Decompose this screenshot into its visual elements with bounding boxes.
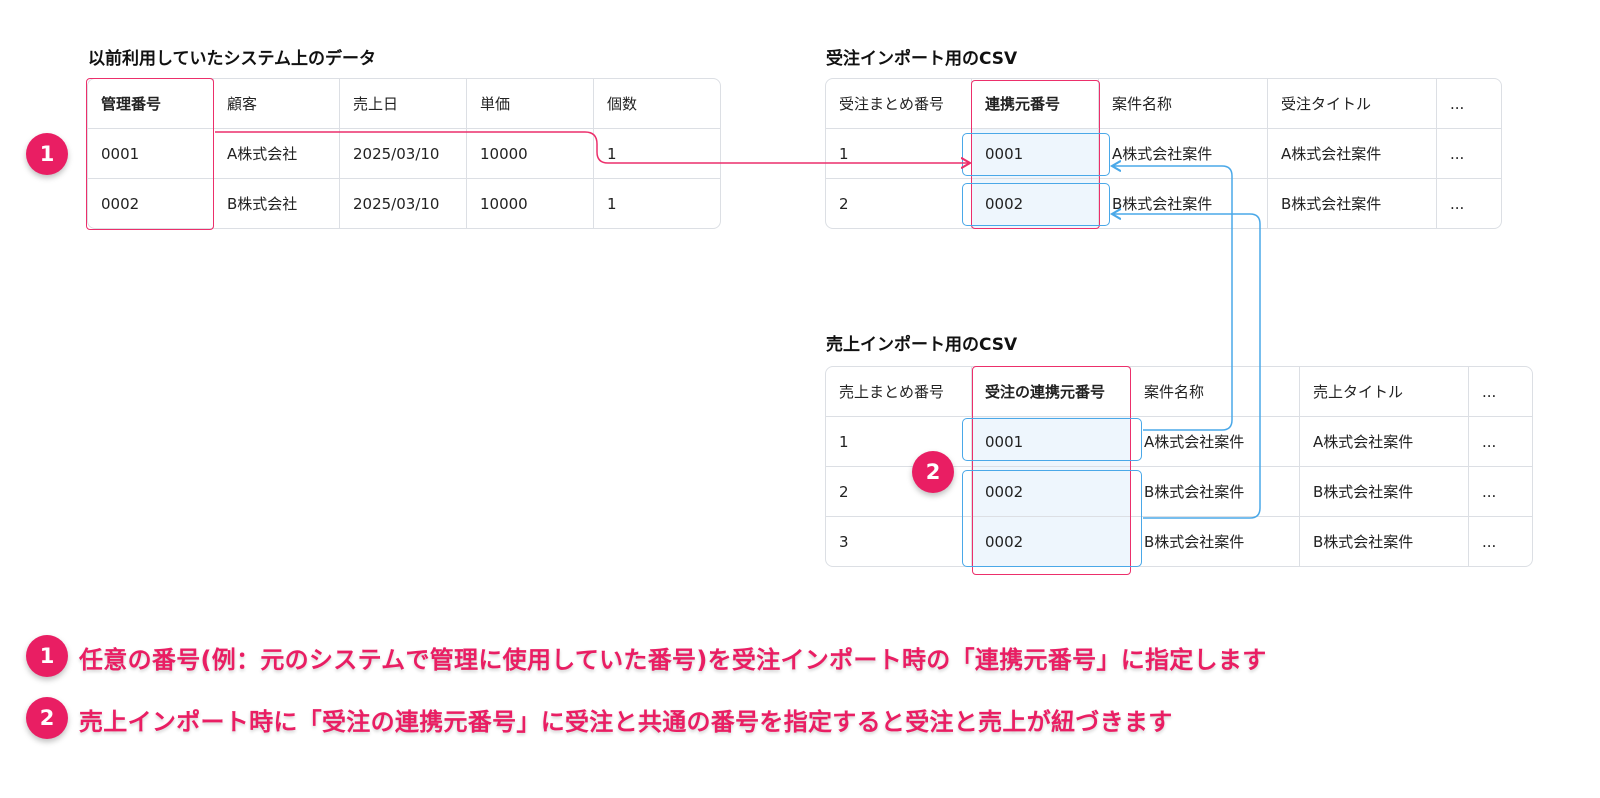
table-cell: ... xyxy=(1450,194,1465,213)
column-header: ... xyxy=(1437,79,1501,129)
table-row: 2 0002 B株式会社案件 B株式会社案件 ... xyxy=(826,179,1501,228)
column-header: 売上日 xyxy=(340,79,467,129)
column-header: ... xyxy=(1469,367,1532,417)
table-cell: 2025/03/10 xyxy=(340,179,467,228)
sales-csv-title: 売上インポート用のCSV xyxy=(826,335,1018,355)
column-header: 個数 xyxy=(594,79,720,129)
column-header: 売上タイトル xyxy=(1300,367,1469,417)
table-cell: 0002 xyxy=(972,517,1131,566)
table-cell: 1 xyxy=(594,129,720,179)
step-1-badge: 1 xyxy=(26,133,68,175)
table-cell: 2 xyxy=(826,179,972,228)
table-cell: ... xyxy=(1469,417,1532,467)
legacy-table-title: 以前利用していたシステム上のデータ xyxy=(88,49,376,69)
table-cell: A株式会社案件 xyxy=(1300,417,1469,467)
order-csv-title: 受注インポート用のCSV xyxy=(826,49,1018,69)
table-cell: 0002 xyxy=(88,179,214,228)
note-1-text: 任意の番号(例：元のシステムで管理に使用していた番号)を受注インポート時の「連携… xyxy=(79,646,1267,674)
column-header: 受注の連携元番号 xyxy=(972,367,1131,417)
table-cell: A株式会社案件 xyxy=(1268,129,1437,179)
table-cell: B株式会社案件 xyxy=(1131,517,1300,566)
table-cell: 0001 xyxy=(972,129,1099,179)
table-cell: 1 xyxy=(826,129,972,179)
column-header: 顧客 xyxy=(214,79,340,129)
column-header: 案件名称 xyxy=(1131,367,1300,417)
table-cell: B株式会社 xyxy=(214,179,340,228)
column-header: 案件名称 xyxy=(1099,79,1268,129)
table-cell: 10000 xyxy=(467,129,594,179)
order-csv-table: 受注まとめ番号 連携元番号 案件名称 受注タイトル ... 1 0001 A株式… xyxy=(825,78,1502,229)
column-header: 連携元番号 xyxy=(972,79,1099,129)
table-row: 0002 B株式会社 2025/03/10 10000 1 xyxy=(88,179,720,228)
table-cell: B株式会社案件 xyxy=(1131,467,1300,517)
table-cell: A株式会社案件 xyxy=(1131,417,1300,467)
table-cell: B株式会社案件 xyxy=(1300,467,1469,517)
table-row: 0001 A株式会社 2025/03/10 10000 1 xyxy=(88,129,720,179)
table-cell: 0002 xyxy=(972,179,1099,228)
table-cell: 3 xyxy=(826,517,972,566)
table-header-row: 受注まとめ番号 連携元番号 案件名称 受注タイトル ... xyxy=(826,79,1501,129)
table-header-row: 売上まとめ番号 受注の連携元番号 案件名称 売上タイトル ... xyxy=(826,367,1532,417)
table-cell: ... xyxy=(1482,532,1497,551)
step-2-badge: 2 xyxy=(912,451,954,493)
column-header: 管理番号 xyxy=(88,79,214,129)
table-cell: A株式会社 xyxy=(214,129,340,179)
note-2-text: 売上インポート時に「受注の連携元番号」に受注と共通の番号を指定すると受注と売上が… xyxy=(79,708,1173,736)
column-header: 受注まとめ番号 xyxy=(826,79,972,129)
column-header: 単価 xyxy=(467,79,594,129)
table-cell: B株式会社案件 xyxy=(1268,179,1437,228)
table-cell: 1 xyxy=(607,194,617,213)
table-row: 3 0002 B株式会社案件 B株式会社案件 ... xyxy=(826,517,1532,566)
table-row: 1 0001 A株式会社案件 A株式会社案件 ... xyxy=(826,129,1501,179)
column-header: 受注タイトル xyxy=(1268,79,1437,129)
table-cell: 10000 xyxy=(467,179,594,228)
table-cell: 0001 xyxy=(972,417,1131,467)
note-2-badge: 2 xyxy=(26,697,68,739)
note-1-badge: 1 xyxy=(26,635,68,677)
legacy-data-table: 管理番号 顧客 売上日 単価 個数 0001 A株式会社 2025/03/10 … xyxy=(87,78,721,229)
table-cell: B株式会社案件 xyxy=(1300,517,1469,566)
table-cell: B株式会社案件 xyxy=(1099,179,1268,228)
table-header-row: 管理番号 顧客 売上日 単価 個数 xyxy=(88,79,720,129)
column-header: 売上まとめ番号 xyxy=(826,367,972,417)
table-cell: ... xyxy=(1469,467,1532,517)
table-cell: 0001 xyxy=(88,129,214,179)
table-cell: 0002 xyxy=(972,467,1131,517)
table-cell: A株式会社案件 xyxy=(1099,129,1268,179)
table-cell: ... xyxy=(1437,129,1501,179)
table-cell: 2025/03/10 xyxy=(340,129,467,179)
